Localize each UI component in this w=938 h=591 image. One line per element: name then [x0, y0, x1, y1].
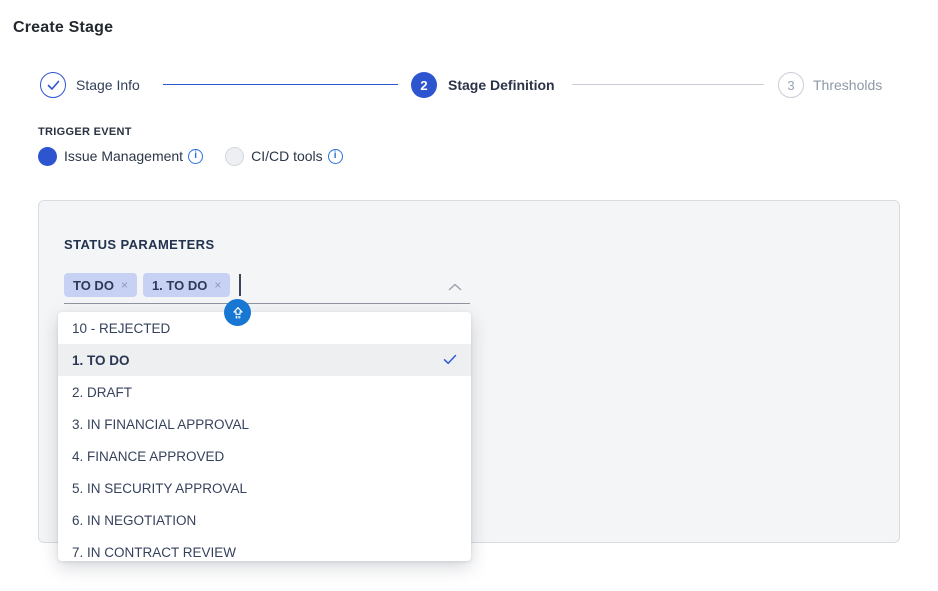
create-stage-screen: Create Stage Stage Info 2 Stage Definiti…: [0, 0, 938, 591]
trigger-event-label: TRIGGER EVENT: [38, 126, 132, 138]
dropdown-option[interactable]: 6. IN NEGOTIATION: [58, 504, 471, 536]
step-1-circle-completed[interactable]: [40, 72, 66, 98]
dropdown-option[interactable]: 7. IN CONTRACT REVIEW: [58, 536, 471, 561]
radio-cicd-tools-label[interactable]: CI/CD tools: [251, 148, 323, 164]
cursor-up-arrow-icon: [230, 305, 246, 321]
option-label: 7. IN CONTRACT REVIEW: [72, 545, 236, 560]
status-parameters-label: STATUS PARAMETERS: [64, 237, 215, 252]
dropdown-option[interactable]: 3. IN FINANCIAL APPROVAL: [58, 408, 471, 440]
step-2-circle-active[interactable]: 2: [411, 72, 437, 98]
dropdown-option[interactable]: 10 - REJECTED: [58, 312, 471, 344]
tag-label: TO DO: [73, 278, 114, 293]
step-2-number: 2: [420, 78, 427, 93]
selected-tags: TO DO × 1. TO DO ×: [64, 273, 241, 297]
chevron-up-glyph: [448, 283, 462, 291]
wizard-stepper: Stage Info 2 Stage Definition 3 Threshol…: [0, 72, 938, 98]
step-1-label[interactable]: Stage Info: [76, 77, 140, 93]
status-dropdown: 10 - REJECTED 1. TO DO 2. DRAFT 3. IN FI…: [58, 312, 471, 561]
remove-tag-icon[interactable]: ×: [121, 278, 128, 292]
step-3-number: 3: [787, 78, 794, 93]
radio-cicd-tools[interactable]: [225, 147, 244, 166]
check-icon: [443, 352, 457, 368]
dropdown-option[interactable]: 4. FINANCE APPROVED: [58, 440, 471, 472]
option-label: 4. FINANCE APPROVED: [72, 449, 224, 464]
info-icon[interactable]: i: [328, 149, 343, 164]
chevron-up-icon[interactable]: [448, 280, 462, 293]
remove-tag-icon[interactable]: ×: [214, 278, 221, 292]
option-label: 10 - REJECTED: [72, 321, 170, 336]
step-connector-1: [163, 84, 398, 85]
option-label: 3. IN FINANCIAL APPROVAL: [72, 417, 249, 432]
option-label: 5. IN SECURITY APPROVAL: [72, 481, 247, 496]
dropdown-option[interactable]: 2. DRAFT: [58, 376, 471, 408]
radio-issue-management[interactable]: [38, 147, 57, 166]
option-label: 2. DRAFT: [72, 385, 132, 400]
tag-1-to-do[interactable]: 1. TO DO ×: [143, 273, 230, 297]
tag-to-do[interactable]: TO DO ×: [64, 273, 137, 297]
option-label: 1. TO DO: [72, 353, 130, 368]
step-3-label[interactable]: Thresholds: [813, 77, 882, 93]
page-title: Create Stage: [13, 19, 113, 37]
check-icon: [47, 80, 60, 91]
option-label: 6. IN NEGOTIATION: [72, 513, 196, 528]
tag-label: 1. TO DO: [152, 278, 207, 293]
info-icon[interactable]: i: [188, 149, 203, 164]
text-cursor: [239, 274, 241, 296]
step-connector-2: [572, 84, 764, 85]
status-multiselect-input[interactable]: TO DO × 1. TO DO ×: [64, 271, 470, 304]
trigger-event-options: Issue Management i CI/CD tools i: [38, 146, 343, 166]
step-3-circle-upcoming[interactable]: 3: [778, 72, 804, 98]
dropdown-option[interactable]: 5. IN SECURITY APPROVAL: [58, 472, 471, 504]
check-glyph: [443, 354, 457, 365]
step-2-label[interactable]: Stage Definition: [448, 77, 555, 93]
cursor-click-badge: [224, 299, 251, 326]
radio-issue-management-label[interactable]: Issue Management: [64, 148, 183, 164]
dropdown-option-selected[interactable]: 1. TO DO: [58, 344, 471, 376]
